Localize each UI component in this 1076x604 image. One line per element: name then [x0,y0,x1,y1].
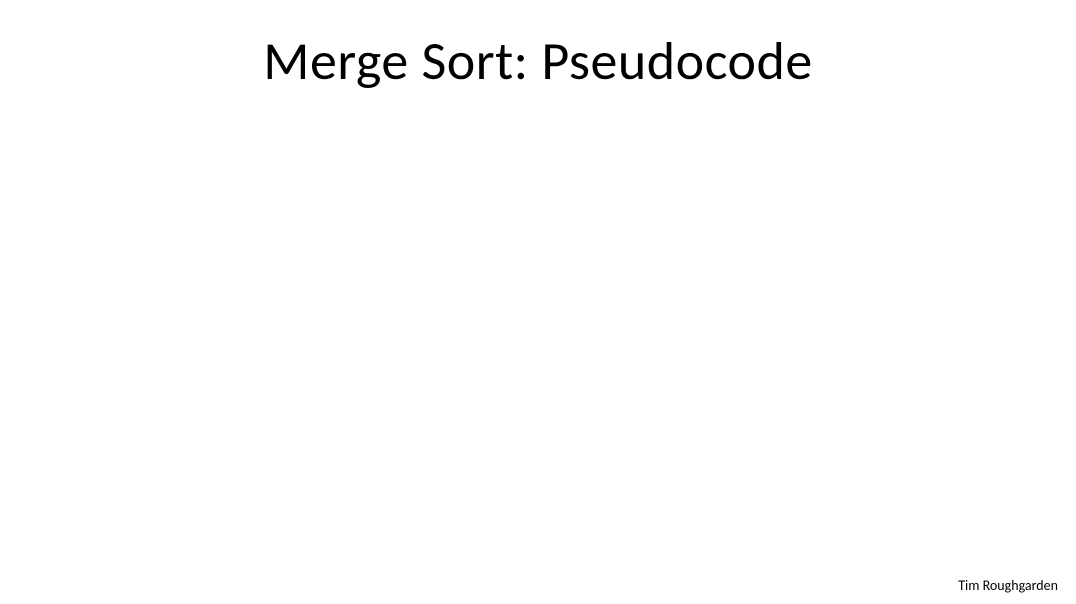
presentation-slide: Merge Sort: Pseudocode Tim Roughgarden [0,0,1076,604]
slide-title: Merge Sort: Pseudocode [0,28,1076,94]
slide-author: Tim Roughgarden [958,577,1058,594]
